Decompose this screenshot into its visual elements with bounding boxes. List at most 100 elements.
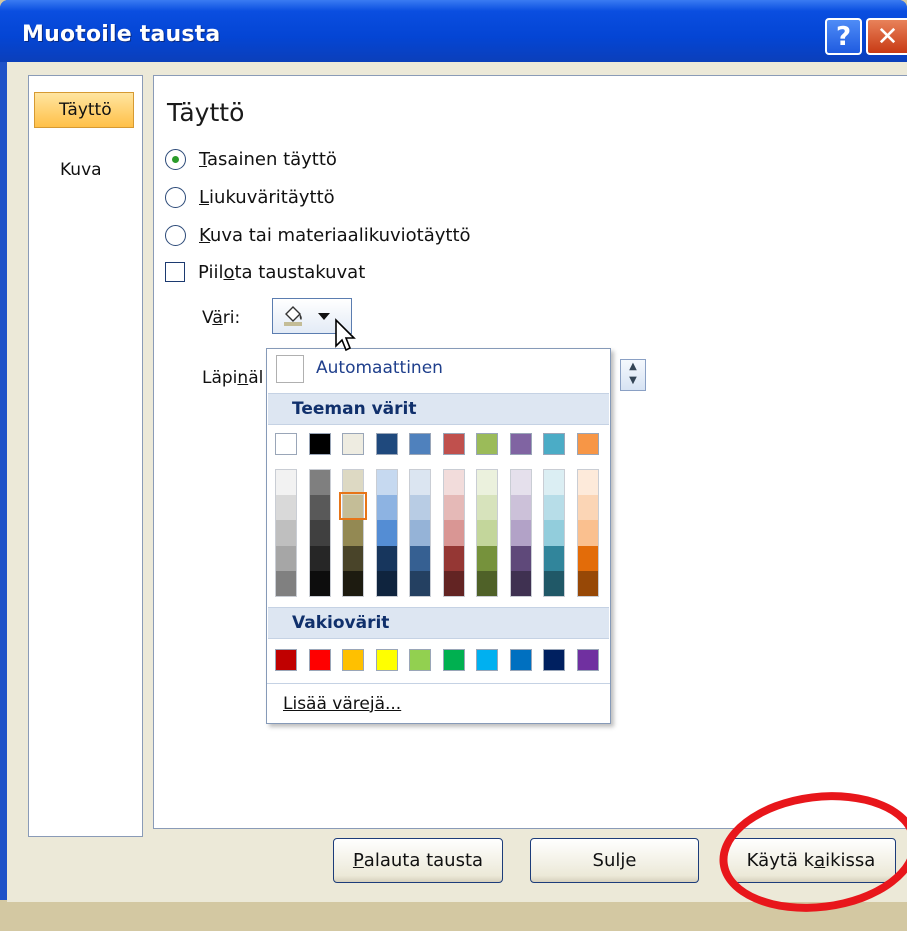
theme-shade-swatch[interactable] bbox=[309, 470, 330, 496]
theme-shade-swatch[interactable] bbox=[376, 470, 397, 496]
standard-color-swatch[interactable] bbox=[509, 649, 532, 671]
theme-color-swatch[interactable] bbox=[308, 433, 331, 455]
theme-color-swatch[interactable] bbox=[509, 433, 532, 455]
standard-color-swatch[interactable] bbox=[576, 649, 599, 671]
theme-shade-swatch[interactable] bbox=[510, 495, 531, 521]
theme-color-swatch[interactable] bbox=[409, 433, 431, 455]
theme-shade-swatch[interactable] bbox=[510, 545, 531, 571]
theme-shade-swatch[interactable] bbox=[410, 570, 430, 596]
theme-shade-swatch[interactable] bbox=[443, 495, 464, 521]
theme-shade-swatch[interactable] bbox=[309, 570, 330, 596]
standard-color-swatch[interactable] bbox=[342, 649, 364, 671]
theme-shade-swatch[interactable] bbox=[477, 520, 497, 546]
theme-shade-swatch[interactable] bbox=[443, 545, 464, 571]
automatic-label: Automaattinen bbox=[316, 358, 443, 378]
theme-shade-column bbox=[409, 469, 431, 597]
radio-button[interactable] bbox=[165, 186, 186, 208]
theme-shade-swatch[interactable] bbox=[343, 545, 363, 571]
theme-shade-swatch[interactable] bbox=[309, 495, 330, 521]
spin-up-icon[interactable]: ▲ bbox=[621, 360, 645, 374]
theme-shade-swatch[interactable] bbox=[477, 470, 497, 496]
close-window-button[interactable]: ✕ bbox=[866, 18, 907, 55]
theme-shade-swatch[interactable] bbox=[410, 470, 430, 496]
theme-shade-swatch[interactable] bbox=[577, 520, 598, 546]
hide-background-option[interactable]: Piilota taustakuvat bbox=[165, 257, 365, 287]
standard-color-swatch[interactable] bbox=[308, 649, 331, 671]
nav-item-fill[interactable]: Täyttö bbox=[34, 92, 134, 128]
automatic-color-item[interactable]: Automaattinen bbox=[267, 349, 610, 389]
help-icon: ? bbox=[835, 21, 852, 52]
standard-color-swatch[interactable] bbox=[275, 649, 297, 671]
transparency-label: Läpinäl bbox=[202, 368, 264, 388]
standard-color-swatch[interactable] bbox=[543, 649, 565, 671]
theme-shade-swatch[interactable] bbox=[443, 570, 464, 596]
theme-shade-swatch[interactable] bbox=[477, 570, 497, 596]
help-button[interactable]: ? bbox=[825, 18, 862, 55]
theme-shade-swatch[interactable] bbox=[410, 495, 430, 521]
theme-shade-swatch[interactable] bbox=[477, 495, 497, 521]
transparency-spinner[interactable]: ▲ ▼ bbox=[620, 359, 646, 391]
theme-color-swatch[interactable] bbox=[375, 433, 398, 455]
standard-color-swatch[interactable] bbox=[375, 649, 398, 671]
section-title: Täyttö bbox=[167, 98, 245, 127]
theme-shade-swatch[interactable] bbox=[276, 545, 296, 571]
theme-shade-swatch[interactable] bbox=[309, 545, 330, 571]
theme-shade-swatch[interactable] bbox=[577, 545, 598, 571]
theme-shade-swatch[interactable] bbox=[276, 570, 296, 596]
more-colors-item[interactable]: Lisää värejä... bbox=[267, 683, 610, 723]
theme-shade-swatch[interactable] bbox=[276, 495, 296, 521]
reset-background-button[interactable]: Palauta tausta bbox=[333, 838, 503, 883]
theme-shade-swatch[interactable] bbox=[577, 570, 598, 596]
radio-button[interactable] bbox=[165, 224, 186, 246]
solid-fill-option[interactable]: Tasainen täyttö bbox=[165, 144, 337, 174]
hide-background-checkbox[interactable] bbox=[165, 262, 185, 282]
standard-color-swatch[interactable] bbox=[476, 649, 498, 671]
automatic-swatch bbox=[276, 355, 304, 383]
theme-shade-swatch[interactable] bbox=[343, 520, 363, 546]
theme-shade-swatch[interactable] bbox=[376, 545, 397, 571]
theme-shade-swatch[interactable] bbox=[443, 470, 464, 496]
theme-color-swatch[interactable] bbox=[442, 433, 465, 455]
theme-shade-column bbox=[275, 469, 297, 597]
theme-shade-swatch[interactable] bbox=[510, 470, 531, 496]
theme-color-swatch[interactable] bbox=[476, 433, 498, 455]
theme-shade-swatch[interactable] bbox=[510, 520, 531, 546]
theme-shade-swatch[interactable] bbox=[309, 520, 330, 546]
dialog-title: Muotoile tausta bbox=[22, 22, 221, 47]
title-bar[interactable]: Muotoile tausta ? ✕ bbox=[0, 0, 907, 62]
theme-shade-swatch[interactable] bbox=[544, 470, 564, 496]
theme-shade-swatch[interactable] bbox=[410, 520, 430, 546]
close-button[interactable]: Sulje bbox=[530, 838, 699, 883]
theme-shade-swatch[interactable] bbox=[510, 570, 531, 596]
theme-shade-swatch[interactable] bbox=[376, 570, 397, 596]
theme-shade-swatch[interactable] bbox=[544, 495, 564, 521]
theme-shade-swatch[interactable] bbox=[577, 495, 598, 521]
theme-color-swatch[interactable] bbox=[576, 433, 599, 455]
theme-shade-swatch[interactable] bbox=[544, 520, 564, 546]
theme-shade-swatch[interactable] bbox=[443, 520, 464, 546]
radio-button[interactable] bbox=[165, 148, 186, 170]
spin-down-icon[interactable]: ▼ bbox=[621, 374, 645, 388]
paint-bucket-icon bbox=[284, 306, 302, 326]
theme-shade-swatch[interactable] bbox=[376, 495, 397, 521]
theme-shade-swatch[interactable] bbox=[410, 545, 430, 571]
theme-shade-swatch[interactable] bbox=[276, 470, 296, 496]
theme-shade-swatch[interactable] bbox=[343, 570, 363, 596]
theme-shade-column bbox=[308, 469, 331, 597]
theme-color-swatch[interactable] bbox=[543, 433, 565, 455]
color-dropdown: Automaattinen Teeman värit Vakiovärit Li… bbox=[266, 348, 611, 724]
nav-item-picture[interactable]: Kuva bbox=[34, 152, 134, 188]
picture-fill-option[interactable]: Kuva tai materiaalikuviotäyttö bbox=[165, 220, 471, 250]
theme-shade-swatch[interactable] bbox=[376, 520, 397, 546]
theme-colors-header: Teeman värit bbox=[268, 393, 609, 425]
gradient-fill-option[interactable]: Liukuväritäyttö bbox=[165, 182, 335, 212]
theme-shade-swatch[interactable] bbox=[477, 545, 497, 571]
standard-color-swatch[interactable] bbox=[409, 649, 431, 671]
theme-shade-swatch[interactable] bbox=[544, 545, 564, 571]
theme-shade-swatch[interactable] bbox=[544, 570, 564, 596]
theme-shade-swatch[interactable] bbox=[577, 470, 598, 496]
theme-color-swatch[interactable] bbox=[342, 433, 364, 455]
standard-color-swatch[interactable] bbox=[442, 649, 465, 671]
theme-shade-swatch[interactable] bbox=[276, 520, 296, 546]
theme-color-swatch[interactable] bbox=[275, 433, 297, 455]
